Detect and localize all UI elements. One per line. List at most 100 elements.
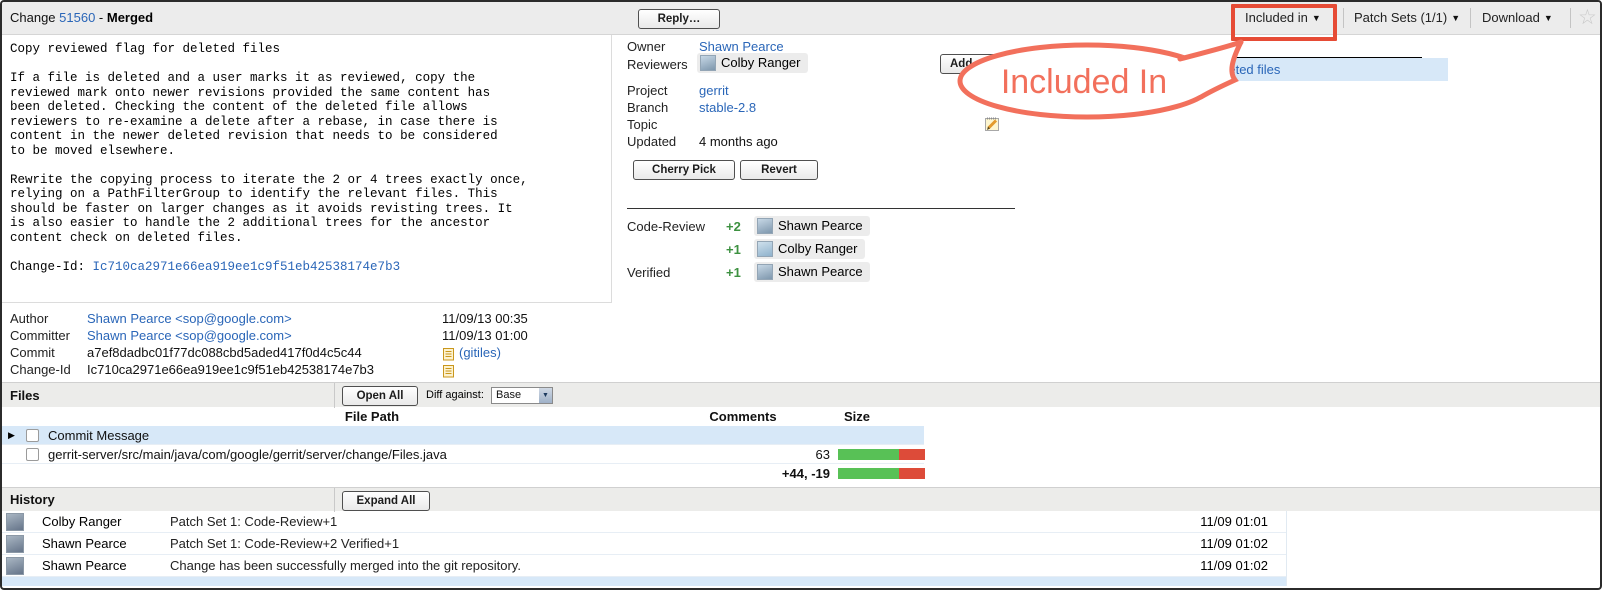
avatar <box>757 218 773 234</box>
history-author: Colby Ranger <box>42 511 122 533</box>
file-row-totals: +44, -19 <box>2 464 924 483</box>
file-row-commit-message[interactable]: ▶ Commit Message <box>2 426 924 445</box>
diff-against-label: Diff against: <box>426 383 484 408</box>
meta-label: Change-Id <box>10 361 86 378</box>
voter-name: Colby Ranger <box>778 241 858 257</box>
avatar <box>6 535 24 553</box>
avatar <box>6 557 24 575</box>
history-message: Change has been successfully merged into… <box>170 555 521 577</box>
column-comments: Comments <box>706 407 780 426</box>
diff-against-select[interactable]: Base ▼ <box>491 387 553 404</box>
branch-link[interactable]: stable-2.8 <box>699 99 756 116</box>
voter-name: Shawn Pearce <box>778 218 863 234</box>
history-timestamp: 11/09 01:02 <box>1150 533 1268 555</box>
label-row-code-review-plus2: Code-Review +2 Shawn Pearce <box>2 216 1002 238</box>
history-table-border <box>1286 511 1287 586</box>
topic-label: Topic <box>627 116 657 133</box>
file-row-files-java[interactable]: gerrit-server/src/main/java/com/google/g… <box>2 445 924 464</box>
change-id-value: Ic710ca2971e66ea919ee1c9f51eb42538174e7b… <box>87 361 374 378</box>
committer-link[interactable]: Shawn Pearce <sop@google.com> <box>87 327 292 344</box>
project-label: Project <box>627 82 667 99</box>
author-date: 11/09/13 00:35 <box>442 310 528 327</box>
history-author: Shawn Pearce <box>42 533 127 555</box>
files-table-header: File Path Comments Size <box>2 407 924 426</box>
meta-label: Commit <box>10 344 86 361</box>
file-size-count: 63 <box>720 445 830 464</box>
commit-links: (gitiles) <box>442 344 501 361</box>
size-bar <box>838 449 926 460</box>
change-label: Change <box>10 10 59 25</box>
history-timestamp: 11/09 01:02 <box>1150 555 1268 577</box>
column-size: Size <box>844 407 890 426</box>
history-row: Shawn Pearce Patch Set 1: Code-Review+2 … <box>2 533 1286 555</box>
file-path-link[interactable]: Commit Message <box>48 426 149 445</box>
history-message: Patch Set 1: Code-Review+1 <box>170 511 337 533</box>
branch-label: Branch <box>627 99 668 116</box>
gerrit-change-screen: Change 51560 - Merged Reply… Included in… <box>0 0 1602 590</box>
label-row-code-review-plus1: +1 Colby Ranger <box>2 239 1002 261</box>
download-menu[interactable]: Download▼ <box>1482 2 1553 35</box>
header-bar: Change 51560 - Merged Reply… Included in… <box>2 2 1600 35</box>
header-divider <box>1570 8 1571 28</box>
avatar <box>757 241 773 257</box>
expander-icon[interactable]: ▶ <box>8 426 15 445</box>
voter-chip[interactable]: Shawn Pearce <box>754 262 870 282</box>
header-divider <box>1343 8 1344 28</box>
reply-button[interactable]: Reply… <box>638 9 720 29</box>
change-id-copy <box>442 361 459 378</box>
chevron-down-icon: ▼ <box>1544 13 1553 23</box>
file-checkbox[interactable] <box>26 448 39 461</box>
expand-all-button[interactable]: Expand All <box>342 491 430 511</box>
cherry-pick-button[interactable]: Cherry Pick <box>633 160 735 180</box>
patch-sets-menu[interactable]: Patch Sets (1/1)▼ <box>1354 2 1460 35</box>
project-link[interactable]: gerrit <box>699 82 729 99</box>
reviewer-chip[interactable]: Colby Ranger <box>697 53 808 74</box>
history-message: Patch Set 1: Code-Review+2 Verified+1 <box>170 533 399 555</box>
diff-against-value: Base <box>496 389 521 401</box>
files-section-title: Files <box>10 383 40 408</box>
labels-separator <box>627 208 1015 209</box>
reviewers-label: Reviewers <box>627 56 688 73</box>
copy-icon[interactable] <box>442 363 455 378</box>
section-divider <box>334 488 335 512</box>
included-in-callout: Included In <box>932 38 1252 124</box>
avatar <box>700 55 716 71</box>
chevron-down-icon: ▼ <box>1451 13 1460 23</box>
reviewer-name: Colby Ranger <box>721 55 801 71</box>
avatar <box>757 264 773 280</box>
callout-text: Included In <box>1001 63 1167 101</box>
updated-label: Updated <box>627 133 676 150</box>
history-row: Shawn Pearce Change has been successfull… <box>2 555 1286 577</box>
committer-date: 11/09/13 01:00 <box>442 327 528 344</box>
commit-sha: a7ef8dadbc01f77dc088cbd5aded417f0d4c5c44 <box>87 344 362 361</box>
revert-button[interactable]: Revert <box>740 160 818 180</box>
history-row-partial <box>2 577 1286 586</box>
copy-icon[interactable] <box>442 346 455 361</box>
author-link[interactable]: Shawn Pearce <sop@google.com> <box>87 310 292 327</box>
meta-label: Author <box>10 310 86 327</box>
file-checkbox[interactable] <box>26 429 39 442</box>
file-path-link[interactable]: gerrit-server/src/main/java/com/google/g… <box>48 445 447 464</box>
change-status: Merged <box>107 10 153 25</box>
section-divider <box>334 383 335 408</box>
meta-label: Committer <box>10 327 86 344</box>
history-section-title: History <box>10 488 55 512</box>
title-separator: - <box>95 10 107 25</box>
select-arrow-icon: ▼ <box>539 388 552 403</box>
voter-chip[interactable]: Colby Ranger <box>754 239 865 259</box>
change-number-link[interactable]: 51560 <box>59 10 95 25</box>
owner-label: Owner <box>627 38 665 55</box>
avatar <box>6 513 24 531</box>
size-bar <box>838 468 926 479</box>
voter-name: Shawn Pearce <box>778 264 863 280</box>
open-all-button[interactable]: Open All <box>342 386 418 406</box>
gitiles-link[interactable]: (gitiles) <box>459 345 501 360</box>
updated-value: 4 months ago <box>699 133 778 150</box>
total-size-delta: +44, -19 <box>720 464 830 483</box>
history-timestamp: 11/09 01:01 <box>1150 511 1268 533</box>
history-row: Colby Ranger Patch Set 1: Code-Review+1 … <box>2 511 1286 533</box>
column-file-path: File Path <box>302 407 442 426</box>
voter-chip[interactable]: Shawn Pearce <box>754 216 870 236</box>
star-icon[interactable]: ☆ <box>1578 5 1597 31</box>
label-category: Verified <box>627 264 670 281</box>
